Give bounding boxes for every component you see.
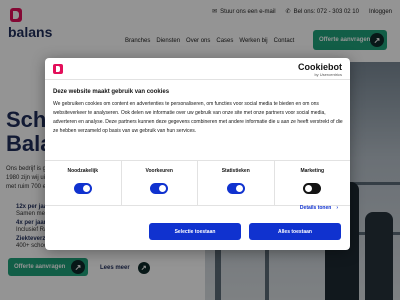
category-statistics: Statistieken [198,161,275,205]
category-preferences: Voorkeuren [122,161,198,205]
category-marketing: Marketing [275,161,351,205]
category-label: Noodzakelijk [67,168,99,174]
allow-selection-button[interactable]: Selectie toestaan [149,223,241,240]
show-details-link[interactable]: Details tonen › [300,205,338,211]
cookie-consent-dialog: Cookiebot by Usercentrics Deze website m… [45,58,350,250]
balans-logo-icon [53,64,63,74]
preferences-toggle[interactable] [150,183,169,194]
cookie-dialog-header: Cookiebot by Usercentrics [45,58,350,80]
cookie-dialog-text: We gebruiken cookies om content en adver… [53,101,343,134]
chevron-right-icon: › [336,205,338,211]
cookie-dialog-title: Deze website maakt gebruik van cookies [53,89,170,95]
cookiebot-logo[interactable]: Cookiebot by Usercentrics [298,62,342,77]
category-necessary: Noodzakelijk [45,161,122,205]
allow-all-button[interactable]: Alles toestaan [249,223,341,240]
necessary-toggle[interactable] [73,183,92,194]
category-label: Statistieken [221,168,250,174]
marketing-toggle[interactable] [303,183,322,194]
category-label: Marketing [300,168,325,174]
cookiebot-logo-subtext: by Usercentrics [314,72,342,77]
cookie-categories: Noodzakelijk Voorkeuren Statistieken Mar… [45,160,350,206]
show-details-label: Details tonen [299,205,332,211]
category-label: Voorkeuren [145,168,173,174]
cookiebot-logo-text: Cookiebot [298,62,342,72]
statistics-toggle[interactable] [226,183,245,194]
